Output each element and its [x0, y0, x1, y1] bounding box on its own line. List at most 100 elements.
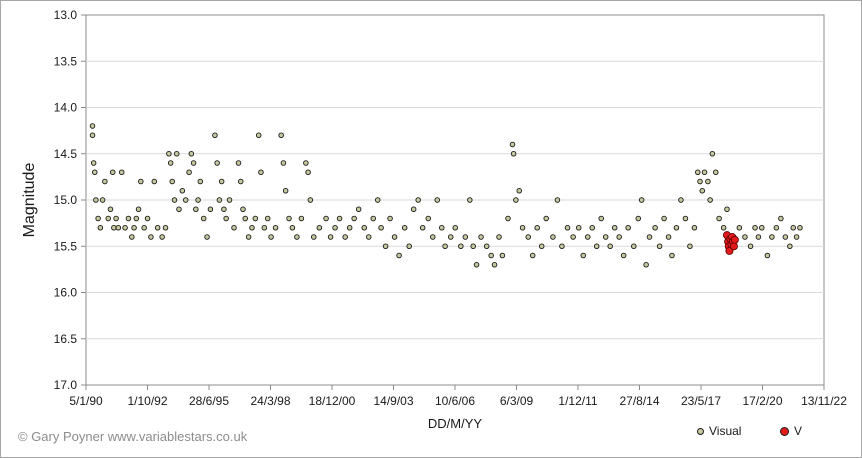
- data-point-visual: [278, 132, 284, 138]
- data-point-visual: [598, 215, 604, 222]
- data-point-visual: [478, 234, 484, 240]
- data-point-visual: [351, 215, 357, 222]
- data-point-visual: [483, 243, 490, 249]
- data-point-visual: [742, 234, 748, 240]
- data-point-visual: [764, 252, 771, 259]
- data-point-visual: [519, 224, 526, 231]
- data-point-visual: [747, 243, 754, 249]
- legend-item-v: V: [780, 424, 802, 438]
- data-point-visual: [310, 234, 317, 240]
- data-point-visual: [473, 262, 480, 268]
- data-point-visual: [115, 224, 122, 231]
- data-point-visual: [543, 215, 549, 222]
- data-point-visual: [638, 197, 645, 203]
- data-point-visual: [525, 234, 531, 240]
- data-point-visual: [89, 123, 96, 129]
- data-point-visual: [97, 224, 104, 231]
- data-point-visual: [303, 160, 309, 166]
- data-point-visual: [355, 206, 362, 212]
- data-point-visual: [382, 243, 389, 249]
- data-point-visual: [682, 215, 689, 222]
- data-point-visual: [361, 224, 368, 231]
- y-tick-label: 15.0: [54, 193, 78, 207]
- data-point-visual: [125, 215, 132, 222]
- data-point-visual: [200, 215, 207, 222]
- data-point-visual: [769, 234, 775, 240]
- data-point-visual: [167, 160, 174, 166]
- data-point-visual: [107, 206, 114, 212]
- legend-marker-visual: [697, 427, 704, 435]
- data-point-visual: [580, 252, 586, 259]
- data-point-visual: [151, 178, 158, 185]
- data-point-visual: [378, 224, 384, 231]
- data-point-visual: [611, 224, 618, 231]
- data-point-visual: [346, 224, 353, 231]
- data-point-visual: [509, 141, 516, 148]
- x-tick-label: 18/12/00: [309, 394, 356, 408]
- data-point-visual: [268, 234, 274, 240]
- data-point-visual: [207, 206, 214, 212]
- data-point-visual: [111, 224, 117, 231]
- data-point-visual: [589, 224, 595, 231]
- data-point-visual: [305, 169, 311, 175]
- data-point-visual: [159, 234, 165, 240]
- data-point-visual: [92, 169, 98, 175]
- data-point-visual: [695, 169, 701, 175]
- data-point-visual: [724, 206, 730, 212]
- x-tick-label: 13/11/22: [801, 394, 847, 408]
- data-point-visual: [387, 215, 393, 222]
- x-axis-ticks: 5/1/90 1/10/92 28/6/95 24/3/98 18/12/00 14/9/…: [69, 385, 847, 408]
- data-point-visual: [298, 215, 305, 222]
- data-point-visual: [144, 215, 151, 222]
- data-point-visual: [782, 234, 789, 240]
- data-point-visual: [505, 215, 511, 222]
- data-point-visual: [709, 150, 716, 157]
- data-point-visual: [410, 206, 417, 212]
- x-tick-label: 17/2/20: [742, 394, 782, 408]
- x-tick-label: 28/6/95: [189, 394, 229, 408]
- data-point-visual: [510, 150, 517, 157]
- data-point-visual: [133, 215, 140, 222]
- data-point-visual: [327, 234, 334, 240]
- data-point-visual: [554, 197, 561, 203]
- y-tick-label: 15.5: [54, 239, 78, 253]
- data-point-visual: [687, 243, 693, 249]
- data-point-visual: [462, 234, 469, 240]
- data-point-visual: [616, 234, 622, 240]
- data-point-visual: [678, 197, 684, 203]
- data-point-visual: [307, 197, 314, 203]
- data-point-visual: [102, 178, 108, 185]
- data-point-visual: [707, 197, 713, 203]
- y-tick-label: 13.0: [54, 8, 78, 22]
- y-tick-label: 16.0: [54, 286, 78, 300]
- data-point-visual: [258, 169, 264, 175]
- data-point-visual: [631, 243, 637, 249]
- data-point-visual: [173, 150, 180, 157]
- data-point-visual: [252, 215, 259, 222]
- data-point-visual: [216, 197, 223, 203]
- data-point-visual: [242, 215, 248, 222]
- x-tick-label: 1/12/11: [558, 394, 597, 408]
- data-point-visual: [790, 224, 796, 231]
- data-point-visual: [316, 224, 323, 231]
- data-point-visual: [240, 206, 246, 212]
- data-point-visual: [93, 197, 99, 203]
- data-point-visual: [787, 243, 793, 249]
- data-point-visual: [778, 215, 784, 222]
- data-point-visual: [237, 178, 244, 185]
- data-point-visual: [396, 252, 402, 259]
- data-point-visual: [193, 206, 199, 212]
- data-point-visual: [406, 243, 412, 249]
- data-point-visual: [538, 243, 545, 249]
- data-point-visual: [113, 215, 119, 222]
- data-point-visual: [635, 215, 642, 222]
- data-point-visual: [282, 187, 289, 194]
- data-point-visual: [138, 178, 144, 185]
- data-point-visual: [162, 224, 169, 231]
- data-point-v: [730, 235, 739, 244]
- data-point-visual: [419, 224, 426, 231]
- x-tick-label: 23/5/17: [681, 394, 721, 408]
- data-point-visual: [141, 224, 147, 231]
- x-tick-label: 10/6/06: [435, 394, 475, 408]
- data-point-v: [729, 242, 738, 251]
